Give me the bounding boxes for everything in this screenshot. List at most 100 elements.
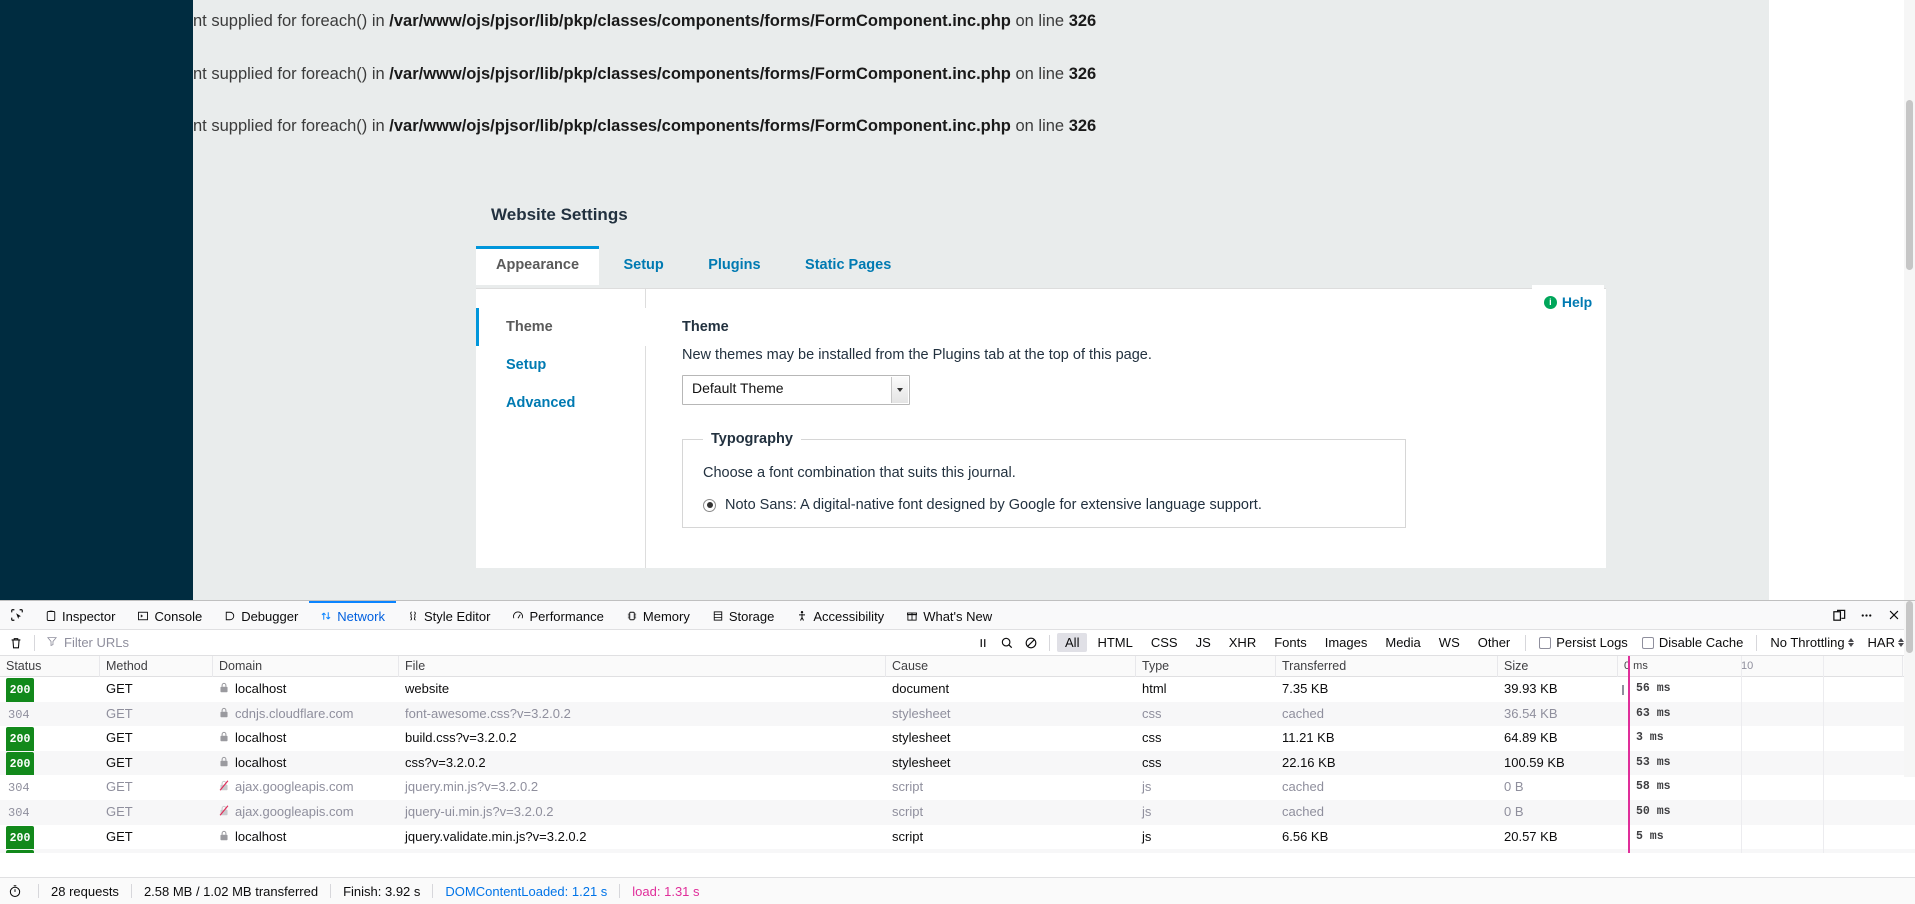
- tab-inspector[interactable]: Inspector: [34, 601, 126, 629]
- domain-text: localhost: [235, 677, 286, 702]
- chevron-down-icon[interactable]: [891, 377, 908, 403]
- page-right-margin: [1769, 0, 1915, 600]
- cell-type: js: [1136, 800, 1276, 825]
- column-header-type[interactable]: Type: [1136, 656, 1276, 677]
- cell-domain: cdnjs.cloudflare.com: [213, 702, 399, 727]
- tab-debugger-label: Debugger: [241, 609, 298, 624]
- side-item-setup[interactable]: Setup: [476, 346, 645, 384]
- domain-text: localhost: [235, 751, 286, 776]
- status-badge: 200: [6, 850, 34, 853]
- cell-domain: localhost: [213, 677, 399, 702]
- tab-network[interactable]: Network: [309, 601, 396, 629]
- disable-cache-checkbox[interactable]: Disable Cache: [1642, 635, 1744, 650]
- pause-recording-icon[interactable]: [971, 632, 995, 654]
- lock-broken-icon: [219, 800, 229, 825]
- filter-type-all[interactable]: All: [1057, 633, 1087, 652]
- column-header-status[interactable]: Status: [0, 656, 100, 677]
- cell-method: GET: [100, 726, 213, 751]
- filter-type-css[interactable]: CSS: [1143, 633, 1186, 652]
- help-button[interactable]: i Help: [1532, 285, 1604, 319]
- page-scrollbar[interactable]: [1904, 0, 1915, 600]
- devtools-tabbar: Inspector Console Debugger Network Style…: [0, 601, 1915, 630]
- tab-setup[interactable]: Setup: [603, 246, 683, 285]
- table-row[interactable]: 200GETlocalhostplupload.full.min.js?v=3.…: [0, 849, 1915, 853]
- table-row[interactable]: 200GETlocalhostwebsitedocumenthtml7.35 K…: [0, 677, 1915, 702]
- timeline-duration: 12 ms: [1636, 849, 1671, 853]
- search-icon[interactable]: [995, 632, 1019, 654]
- theme-select[interactable]: Default Theme: [682, 375, 910, 405]
- checkbox-icon[interactable]: [1539, 637, 1551, 649]
- tab-memory[interactable]: Memory: [615, 601, 701, 629]
- typography-option-noto-sans[interactable]: Noto Sans: A digital-native font designe…: [703, 497, 1385, 513]
- column-header-method[interactable]: Method: [100, 656, 213, 677]
- element-picker-icon[interactable]: [0, 601, 34, 629]
- filter-type-images[interactable]: Images: [1317, 633, 1376, 652]
- tab-appearance[interactable]: Appearance: [476, 246, 599, 285]
- dock-layout-icon[interactable]: [1826, 601, 1853, 630]
- tab-accessibility[interactable]: Accessibility: [785, 601, 895, 629]
- column-header-file[interactable]: File: [399, 656, 886, 677]
- cell-status: 200: [0, 751, 100, 776]
- table-row[interactable]: 304GETajax.googleapis.comjquery-ui.min.j…: [0, 800, 1915, 825]
- cell-size: 100.59 KB: [1498, 751, 1618, 776]
- timeline-duration: 63 ms: [1636, 702, 1671, 727]
- radio-selected-icon[interactable]: [703, 499, 716, 512]
- column-header-timeline[interactable]: 0 ms 10: [1618, 656, 1903, 677]
- tab-whats-new[interactable]: What's New: [895, 601, 1003, 629]
- filter-type-xhr[interactable]: XHR: [1221, 633, 1264, 652]
- har-dropdown[interactable]: HAR: [1868, 635, 1904, 650]
- cell-status: 304: [0, 775, 100, 800]
- filter-type-html[interactable]: HTML: [1089, 633, 1140, 652]
- tab-performance[interactable]: Performance: [501, 601, 614, 629]
- filter-type-media[interactable]: Media: [1377, 633, 1428, 652]
- theme-settings-body: Theme New themes may be installed from t…: [646, 289, 1606, 568]
- lock-icon: [219, 751, 229, 776]
- column-header-transferred[interactable]: Transferred: [1276, 656, 1498, 677]
- throttling-dropdown[interactable]: No Throttling: [1770, 635, 1853, 650]
- block-requests-icon[interactable]: [1019, 632, 1043, 654]
- cell-method: GET: [100, 775, 213, 800]
- devtools-panel: Inspector Console Debugger Network Style…: [0, 600, 1915, 904]
- cell-timeline: 5 ms: [1618, 825, 1903, 850]
- persist-logs-checkbox[interactable]: Persist Logs: [1539, 635, 1628, 650]
- devtools-menu-icon[interactable]: [1853, 601, 1880, 630]
- cell-cause: script: [886, 800, 1136, 825]
- tab-style-editor[interactable]: Style Editor: [396, 601, 501, 629]
- network-rows-scrollbar-thumb[interactable]: [1906, 601, 1913, 653]
- cell-timeline: 50 ms: [1618, 800, 1903, 825]
- settings-tablist: Appearance Setup Plugins Static Pages: [460, 246, 1640, 288]
- tab-plugins[interactable]: Plugins: [688, 246, 780, 285]
- table-row[interactable]: 200GETlocalhostcss?v=3.2.0.2stylesheetcs…: [0, 751, 1915, 776]
- clear-requests-icon[interactable]: [4, 632, 28, 654]
- tab-network-label: Network: [337, 609, 385, 624]
- tab-debugger[interactable]: Debugger: [213, 601, 309, 629]
- tab-static-pages[interactable]: Static Pages: [785, 246, 911, 285]
- filter-type-other[interactable]: Other: [1470, 633, 1519, 652]
- table-row[interactable]: 304GETajax.googleapis.comjquery.min.js?v…: [0, 775, 1915, 800]
- toolbar-divider: [34, 635, 35, 651]
- column-header-domain[interactable]: Domain: [213, 656, 399, 677]
- cell-file: jquery.min.js?v=3.2.0.2: [399, 775, 886, 800]
- table-row[interactable]: 200GETlocalhostjquery.validate.min.js?v=…: [0, 825, 1915, 850]
- transferred-summary: 2.58 MB / 1.02 MB transferred: [144, 884, 318, 899]
- filter-type-js[interactable]: JS: [1188, 633, 1219, 652]
- table-row[interactable]: 304GETcdnjs.cloudflare.comfont-awesome.c…: [0, 702, 1915, 727]
- table-row[interactable]: 200GETlocalhostbuild.css?v=3.2.0.2styles…: [0, 726, 1915, 751]
- network-rows-scrollbar[interactable]: [1904, 601, 1915, 777]
- request-count: 28 requests: [51, 884, 119, 899]
- column-header-size[interactable]: Size: [1498, 656, 1618, 677]
- filter-urls-input[interactable]: Filter URLs: [41, 633, 301, 653]
- filter-type-ws[interactable]: WS: [1431, 633, 1468, 652]
- tab-storage[interactable]: Storage: [701, 601, 786, 629]
- help-button-label: Help: [1562, 294, 1592, 310]
- close-devtools-icon[interactable]: [1880, 601, 1907, 630]
- checkbox-icon[interactable]: [1642, 637, 1654, 649]
- side-item-theme[interactable]: Theme: [476, 308, 646, 346]
- filter-type-fonts[interactable]: Fonts: [1266, 633, 1315, 652]
- filter-icon: [46, 635, 58, 650]
- side-item-advanced[interactable]: Advanced: [476, 384, 645, 422]
- tab-console[interactable]: Console: [126, 601, 213, 629]
- filter-urls-placeholder: Filter URLs: [64, 635, 129, 650]
- column-header-cause[interactable]: Cause: [886, 656, 1136, 677]
- page-scrollbar-thumb[interactable]: [1906, 100, 1913, 270]
